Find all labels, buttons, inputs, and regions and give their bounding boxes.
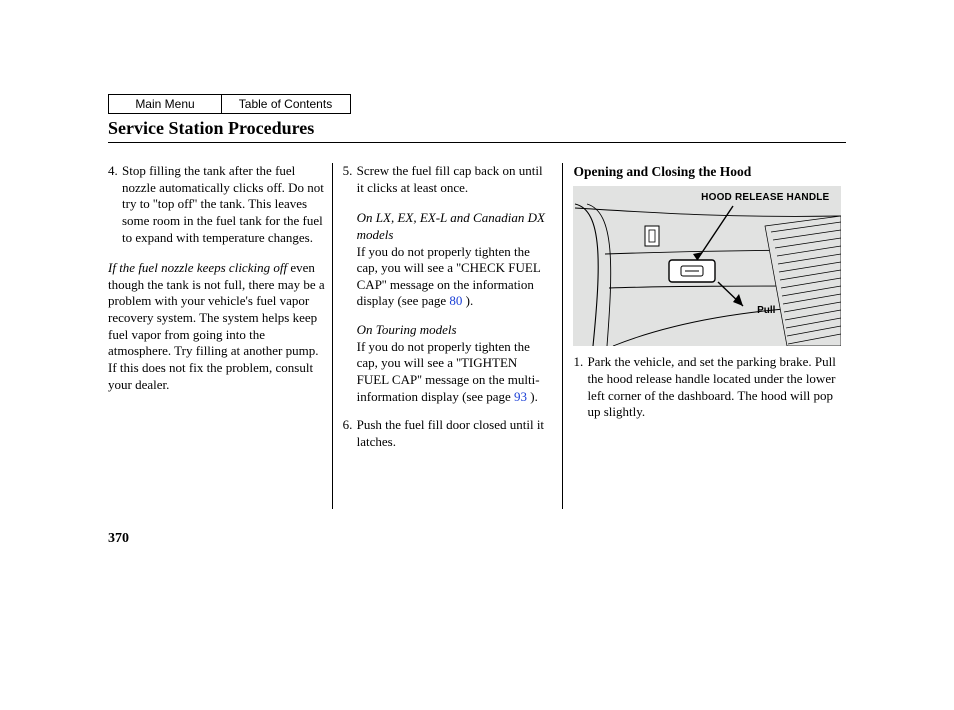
hood-subhead: Opening and Closing the Hood (573, 163, 846, 180)
fuel-nozzle-note: If the fuel nozzle keeps clicking off ev… (108, 260, 326, 393)
variant-text-b: ). (527, 389, 538, 404)
toc-button[interactable]: Table of Contents (221, 94, 351, 114)
variant-text: If you do not properly tighten the cap, … (357, 244, 553, 311)
variant-text-a: If you do not properly tighten the cap, … (357, 339, 540, 404)
variant-lx-block: On LX, EX, EX-L and Canadian DX models I… (357, 210, 553, 310)
step-text: Stop filling the tank after the fuel noz… (122, 163, 326, 246)
step-number: 6. (343, 417, 357, 450)
step-4: 4. Stop filling the tank after the fuel … (108, 163, 326, 246)
nav-buttons: Main Menu Table of Contents (108, 94, 846, 114)
variant-touring-block: On Touring models If you do not properly… (357, 322, 553, 405)
step-text: Park the vehicle, and set the parking br… (587, 354, 846, 421)
step-number: 1. (573, 354, 587, 421)
page-link-93[interactable]: 93 (514, 389, 527, 404)
page-number: 370 (108, 531, 846, 547)
step-5: 5. Screw the fuel fill cap back on until… (343, 163, 553, 196)
variant-text-b: ). (462, 293, 473, 308)
hood-step-1: 1. Park the vehicle, and set the parking… (573, 354, 846, 421)
note-rest: even though the tank is not full, there … (108, 260, 325, 391)
column-3: Opening and Closing the Hood HOOD RELEAS… (562, 163, 846, 509)
step-6: 6. Push the fuel fill door closed until … (343, 417, 553, 450)
column-2: 5. Screw the fuel fill cap back on until… (332, 163, 563, 509)
content-columns: 4. Stop filling the tank after the fuel … (108, 163, 846, 509)
hood-release-illustration (573, 186, 841, 346)
variant-label: On LX, EX, EX-L and Canadian DX models (357, 210, 553, 243)
page-title: Service Station Procedures (108, 118, 846, 139)
step-text: Push the fuel fill door closed until it … (357, 417, 553, 450)
main-menu-button[interactable]: Main Menu (108, 94, 222, 114)
step-number: 4. (108, 163, 122, 246)
page-link-80[interactable]: 80 (449, 293, 462, 308)
step-number: 5. (343, 163, 357, 196)
title-rule (108, 142, 846, 143)
figure-pull-label: Pull (757, 305, 775, 318)
figure-label: HOOD RELEASE HANDLE (701, 192, 829, 205)
note-lead: If the fuel nozzle keeps clicking off (108, 260, 287, 275)
hood-release-figure: HOOD RELEASE HANDLE (573, 186, 841, 346)
variant-label: On Touring models (357, 322, 553, 339)
step-text: Screw the fuel fill cap back on until it… (357, 163, 553, 196)
variant-text: If you do not properly tighten the cap, … (357, 339, 553, 406)
column-1: 4. Stop filling the tank after the fuel … (108, 163, 332, 509)
